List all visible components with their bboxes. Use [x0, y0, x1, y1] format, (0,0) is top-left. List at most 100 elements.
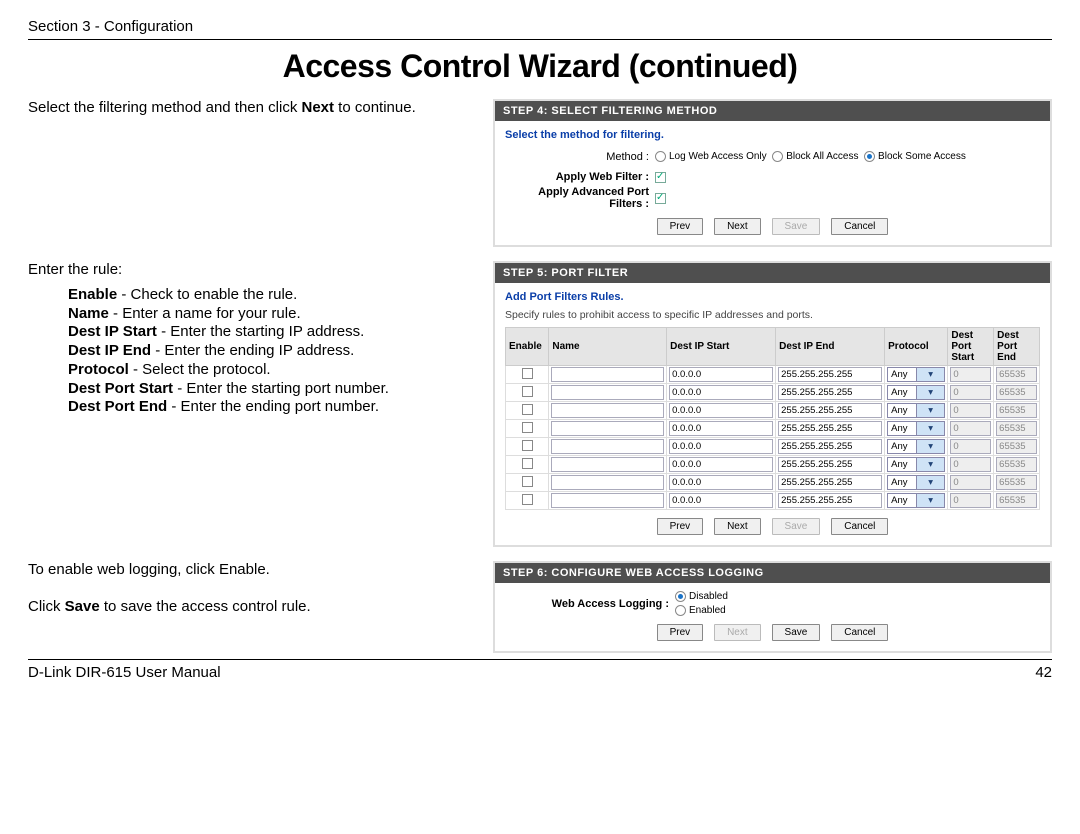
- protocol-select[interactable]: Any▾: [887, 367, 945, 382]
- dest-ip-end-input[interactable]: 255.255.255.255: [778, 421, 882, 436]
- section-header: Section 3 - Configuration: [28, 18, 1052, 40]
- dest-port-start-input[interactable]: 0: [950, 475, 991, 490]
- protocol-select[interactable]: Any▾: [887, 475, 945, 490]
- page-title: Access Control Wizard (continued): [28, 48, 1052, 85]
- name-input[interactable]: [551, 475, 664, 490]
- name-input[interactable]: [551, 385, 664, 400]
- footer-left: D-Link DIR-615 User Manual: [28, 664, 221, 681]
- opt-label: Enabled: [689, 605, 726, 616]
- awf-label: Apply Web Filter :: [505, 171, 655, 183]
- col-dest-ip-end: Dest IP End: [776, 328, 885, 366]
- table-row: 0.0.0.0 255.255.255.255 Any▾ 0 65535: [506, 384, 1040, 402]
- apply-advanced-port-filters-checkbox[interactable]: [655, 193, 666, 204]
- name-input[interactable]: [551, 493, 664, 508]
- prev-button[interactable]: Prev: [657, 518, 704, 535]
- def-term: Protocol: [68, 361, 129, 378]
- dest-ip-end-input[interactable]: 255.255.255.255: [778, 439, 882, 454]
- dest-ip-end-input[interactable]: 255.255.255.255: [778, 457, 882, 472]
- dest-port-end-input[interactable]: 65535: [996, 385, 1037, 400]
- col-dest-port-start: Dest Port Start: [948, 328, 994, 366]
- prev-button[interactable]: Prev: [657, 218, 704, 235]
- table-row: 0.0.0.0 255.255.255.255 Any▾ 0 65535: [506, 402, 1040, 420]
- dest-ip-start-input[interactable]: 0.0.0.0: [669, 475, 773, 490]
- dest-port-start-input[interactable]: 0: [950, 421, 991, 436]
- dest-ip-start-input[interactable]: 0.0.0.0: [669, 403, 773, 418]
- cancel-button[interactable]: Cancel: [831, 518, 888, 535]
- radio-block-all[interactable]: [772, 151, 783, 162]
- protocol-select[interactable]: Any▾: [887, 457, 945, 472]
- save-bold: Save: [65, 598, 100, 615]
- col-dest-port-end: Dest Port End: [994, 328, 1040, 366]
- dest-port-end-input[interactable]: 65535: [996, 439, 1037, 454]
- name-input[interactable]: [551, 439, 664, 454]
- name-input[interactable]: [551, 457, 664, 472]
- enable-checkbox[interactable]: [522, 422, 533, 433]
- cancel-button[interactable]: Cancel: [831, 218, 888, 235]
- name-input[interactable]: [551, 403, 664, 418]
- radio-block-some[interactable]: [864, 151, 875, 162]
- enable-checkbox[interactable]: [522, 440, 533, 451]
- enable-checkbox[interactable]: [522, 458, 533, 469]
- dest-port-end-input[interactable]: 65535: [996, 421, 1037, 436]
- step4-description: Select the filtering method and then cli…: [28, 99, 483, 118]
- dest-ip-end-input[interactable]: 255.255.255.255: [778, 493, 882, 508]
- apply-web-filter-checkbox[interactable]: [655, 172, 666, 183]
- radio-enabled[interactable]: [675, 605, 686, 616]
- enable-checkbox[interactable]: [522, 386, 533, 397]
- web-logging-label: Web Access Logging :: [505, 598, 675, 610]
- col-dest-ip-start: Dest IP Start: [667, 328, 776, 366]
- dest-port-start-input[interactable]: 0: [950, 367, 991, 382]
- dest-port-start-input[interactable]: 0: [950, 493, 991, 508]
- chevron-down-icon: ▾: [916, 422, 945, 435]
- protocol-select[interactable]: Any▾: [887, 493, 945, 508]
- step4-row: Select the filtering method and then cli…: [28, 99, 1052, 247]
- dest-port-end-input[interactable]: 65535: [996, 367, 1037, 382]
- cancel-button[interactable]: Cancel: [831, 624, 888, 641]
- dest-port-start-input[interactable]: 0: [950, 403, 991, 418]
- enable-checkbox[interactable]: [522, 494, 533, 505]
- radio-log-web[interactable]: [655, 151, 666, 162]
- chevron-down-icon: ▾: [916, 440, 945, 453]
- enter-rule-label: Enter the rule:: [28, 261, 483, 280]
- dest-ip-start-input[interactable]: 0.0.0.0: [669, 421, 773, 436]
- step5-row: Enter the rule: Enable - Check to enable…: [28, 261, 1052, 547]
- def-term: Dest IP Start: [68, 323, 157, 340]
- protocol-select[interactable]: Any▾: [887, 439, 945, 454]
- chevron-down-icon: ▾: [916, 368, 945, 381]
- enable-checkbox[interactable]: [522, 404, 533, 415]
- protocol-select[interactable]: Any▾: [887, 421, 945, 436]
- dest-ip-end-input[interactable]: 255.255.255.255: [778, 403, 882, 418]
- dest-port-end-input[interactable]: 65535: [996, 493, 1037, 508]
- next-button[interactable]: Next: [714, 218, 761, 235]
- protocol-select[interactable]: Any▾: [887, 385, 945, 400]
- table-row: 0.0.0.0 255.255.255.255 Any▾ 0 65535: [506, 366, 1040, 384]
- save-button[interactable]: Save: [772, 624, 821, 641]
- dest-ip-end-input[interactable]: 255.255.255.255: [778, 475, 882, 490]
- def-desc: - Select the protocol.: [129, 361, 271, 378]
- step4-panel: STEP 4: SELECT FILTERING METHOD Select t…: [493, 99, 1052, 247]
- name-input[interactable]: [551, 367, 664, 382]
- table-row: 0.0.0.0 255.255.255.255 Any▾ 0 65535: [506, 474, 1040, 492]
- dest-ip-start-input[interactable]: 0.0.0.0: [669, 457, 773, 472]
- radio-disabled[interactable]: [675, 591, 686, 602]
- next-button[interactable]: Next: [714, 518, 761, 535]
- enable-checkbox[interactable]: [522, 368, 533, 379]
- dest-ip-end-input[interactable]: 255.255.255.255: [778, 385, 882, 400]
- dest-port-start-input[interactable]: 0: [950, 457, 991, 472]
- dest-port-end-input[interactable]: 65535: [996, 403, 1037, 418]
- prev-button[interactable]: Prev: [657, 624, 704, 641]
- name-input[interactable]: [551, 421, 664, 436]
- dest-port-end-input[interactable]: 65535: [996, 457, 1037, 472]
- dest-ip-end-input[interactable]: 255.255.255.255: [778, 367, 882, 382]
- protocol-select[interactable]: Any▾: [887, 403, 945, 418]
- dest-ip-start-input[interactable]: 0.0.0.0: [669, 439, 773, 454]
- opt-label: Block Some Access: [878, 152, 966, 163]
- dest-port-start-input[interactable]: 0: [950, 439, 991, 454]
- dest-port-start-input[interactable]: 0: [950, 385, 991, 400]
- dest-ip-start-input[interactable]: 0.0.0.0: [669, 385, 773, 400]
- dest-port-end-input[interactable]: 65535: [996, 475, 1037, 490]
- dest-ip-start-input[interactable]: 0.0.0.0: [669, 493, 773, 508]
- enable-checkbox[interactable]: [522, 476, 533, 487]
- def-desc: - Check to enable the rule.: [117, 286, 297, 303]
- dest-ip-start-input[interactable]: 0.0.0.0: [669, 367, 773, 382]
